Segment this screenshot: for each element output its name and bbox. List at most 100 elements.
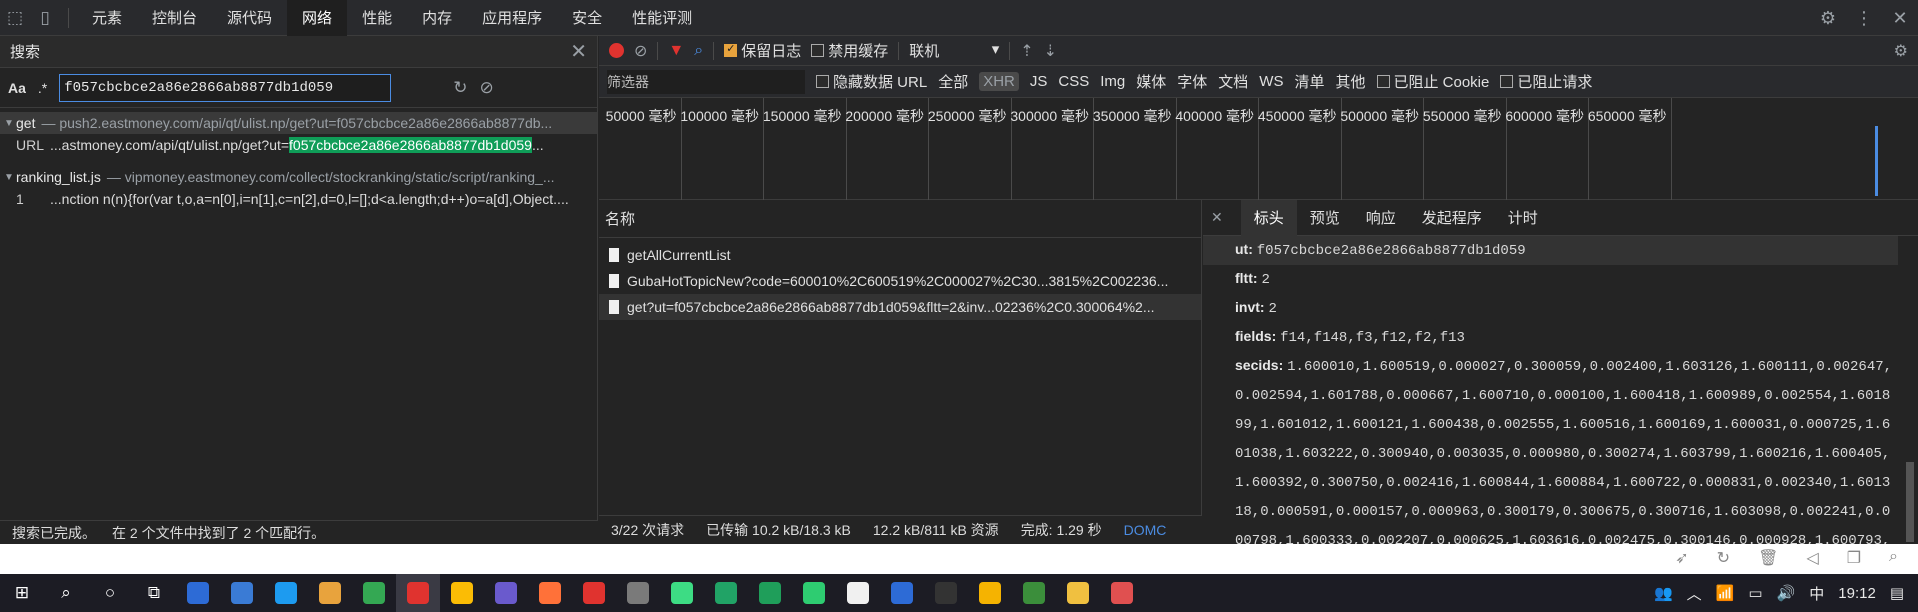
checkbox-unchecked[interactable]	[1376, 75, 1390, 88]
filter-input[interactable]: 筛选器	[607, 69, 805, 94]
filter-type-other[interactable]: 其他	[1335, 71, 1365, 92]
hide-data-urls-checkbox[interactable]: 隐藏数据 URL	[816, 71, 927, 92]
filter-type-xhr[interactable]: XHR	[979, 72, 1019, 91]
blocked-cookies-checkbox[interactable]: 已阻止 Cookie	[1376, 71, 1489, 92]
request-row[interactable]: getAllCurrentList	[599, 242, 1201, 268]
taskbar-app-icon[interactable]	[748, 574, 792, 612]
device-toolbar-icon[interactable]: ▯	[30, 0, 60, 36]
refresh-icon[interactable]: ↻	[453, 78, 467, 98]
match-case-toggle[interactable]: Aa	[8, 80, 26, 96]
window-icon[interactable]: ❐	[1847, 548, 1861, 568]
filter-type-css[interactable]: CSS	[1058, 73, 1089, 90]
network-icon[interactable]: 📶	[1716, 584, 1735, 602]
taskbar-app-icon[interactable]	[704, 574, 748, 612]
column-header-name[interactable]: 名称	[599, 200, 1201, 238]
taskbar-app-icon[interactable]	[1100, 574, 1144, 612]
tab-headers[interactable]: 标头	[1240, 199, 1297, 236]
clock[interactable]: 19:12	[1838, 585, 1876, 602]
taskbar-app-icon[interactable]	[440, 574, 484, 612]
blocked-requests-checkbox[interactable]: 已阻止请求	[1500, 71, 1592, 92]
search-input[interactable]: f057cbcbce2a86e2866ab8877db1d059	[59, 73, 392, 102]
clear-icon[interactable]: ⊘	[634, 41, 647, 61]
tab-sources[interactable]: 源代码	[212, 0, 287, 36]
tab-memory[interactable]: 内存	[407, 0, 467, 36]
tab-elements[interactable]: 元素	[77, 0, 137, 36]
record-icon[interactable]	[609, 43, 624, 58]
people-icon[interactable]: 👥	[1654, 584, 1673, 602]
filter-type-ws[interactable]: WS	[1259, 73, 1283, 90]
notification-icon[interactable]: ▤	[1890, 584, 1904, 602]
gear-icon[interactable]: ⚙	[1894, 41, 1908, 61]
filter-type-all[interactable]: 全部	[938, 71, 968, 92]
cortana-icon[interactable]: ○	[88, 574, 132, 612]
speaker-icon[interactable]: ◁	[1806, 548, 1818, 568]
checkbox-unchecked[interactable]	[811, 44, 825, 57]
download-icon[interactable]: ⇣	[1044, 41, 1057, 61]
volume-icon[interactable]: 🔊	[1777, 584, 1796, 602]
taskbar-app-icon[interactable]	[924, 574, 968, 612]
timeline-overview[interactable]: 50000 毫秒 100000 毫秒 150000 毫秒 200000 毫秒 25000…	[599, 98, 1918, 200]
taskbar-app-icon[interactable]	[528, 574, 572, 612]
preserve-log-checkbox[interactable]: 保留日志	[724, 40, 801, 61]
taskbar-app-icon[interactable]	[616, 574, 660, 612]
taskbar-app-icon[interactable]	[572, 574, 616, 612]
tab-response[interactable]: 响应	[1353, 200, 1409, 236]
result-line[interactable]: URL ...astmoney.com/api/qt/ulist.np/get?…	[0, 134, 597, 156]
ime-indicator[interactable]: 中	[1809, 583, 1824, 604]
taskbar-app-icon[interactable]	[1012, 574, 1056, 612]
detail-scrollbar[interactable]	[1906, 462, 1914, 542]
filter-type-js[interactable]: JS	[1030, 73, 1048, 90]
regex-toggle[interactable]: .*	[38, 80, 47, 96]
tab-initiator[interactable]: 发起程序	[1409, 200, 1495, 236]
close-icon[interactable]: ✕	[1211, 209, 1223, 226]
taskbar-app-icon[interactable]	[1056, 574, 1100, 612]
taskbar-app-icon[interactable]	[308, 574, 352, 612]
more-options-icon[interactable]: ⋮	[1846, 8, 1882, 29]
result-line[interactable]: 1 ...nction n(n){for(var t,o,a=n[0],i=n[…	[0, 188, 597, 210]
close-icon[interactable]: ✕	[570, 39, 587, 64]
result-file[interactable]: ▼ get — push2.eastmoney.com/api/qt/ulist…	[0, 112, 597, 134]
clear-icon[interactable]: ⊘	[480, 78, 494, 98]
filter-type-img[interactable]: Img	[1100, 73, 1125, 90]
task-view-icon[interactable]: ⧉	[132, 574, 176, 612]
tab-preview[interactable]: 预览	[1297, 200, 1353, 236]
windows-start-icon[interactable]: ⊞	[0, 574, 44, 612]
filter-type-manifest[interactable]: 清单	[1294, 71, 1324, 92]
taskbar-app-icon[interactable]	[968, 574, 1012, 612]
taskbar-app-icon[interactable]	[484, 574, 528, 612]
checkbox-unchecked[interactable]	[816, 75, 829, 88]
expand-triangle-icon[interactable]: ▼	[4, 172, 16, 183]
taskbar-app-icon[interactable]	[396, 574, 440, 612]
tab-network[interactable]: 网络	[287, 0, 348, 36]
result-file[interactable]: ▼ ranking_list.js — vipmoney.eastmoney.c…	[0, 166, 597, 188]
battery-icon[interactable]: ▭	[1748, 584, 1762, 602]
tray-expand-icon[interactable]: ︿	[1687, 583, 1702, 604]
checkbox-unchecked[interactable]	[1500, 75, 1514, 88]
rocket-icon[interactable]: ➶	[1675, 548, 1688, 568]
tab-performance[interactable]: 性能	[347, 0, 407, 36]
taskbar-app-icon[interactable]	[836, 574, 880, 612]
request-row[interactable]: GubaHotTopicNew?code=600010%2C600519%2C0…	[599, 268, 1201, 294]
tab-timing[interactable]: 计时	[1495, 200, 1551, 236]
taskbar-app-icon[interactable]	[220, 574, 264, 612]
refresh-icon[interactable]: ↻	[1717, 548, 1730, 568]
search-icon[interactable]: ⌕	[44, 574, 88, 612]
taskbar-app-icon[interactable]	[880, 574, 924, 612]
request-row[interactable]: get?ut=f057cbcbce2a86e2866ab8877db1d059&…	[599, 294, 1201, 320]
tab-security[interactable]: 安全	[557, 0, 617, 36]
filter-type-font[interactable]: 字体	[1177, 71, 1207, 92]
taskbar-app-icon[interactable]	[352, 574, 396, 612]
filter-type-media[interactable]: 媒体	[1136, 71, 1166, 92]
filter-type-doc[interactable]: 文档	[1218, 71, 1248, 92]
tab-console[interactable]: 控制台	[137, 0, 212, 36]
checkbox-checked[interactable]	[724, 42, 738, 57]
taskbar-app-icon[interactable]	[264, 574, 308, 612]
taskbar-app-icon[interactable]	[176, 574, 220, 612]
taskbar-app-icon[interactable]	[792, 574, 836, 612]
close-icon[interactable]: ✕	[1882, 8, 1918, 29]
throttling-select[interactable]: 联机 ▾	[909, 40, 999, 61]
trash-icon[interactable]: 🗑	[1758, 548, 1778, 568]
gear-icon[interactable]: ⚙	[1810, 8, 1846, 29]
tab-lighthouse[interactable]: 性能评测	[617, 0, 707, 36]
search-icon[interactable]: ⌕	[694, 42, 703, 60]
